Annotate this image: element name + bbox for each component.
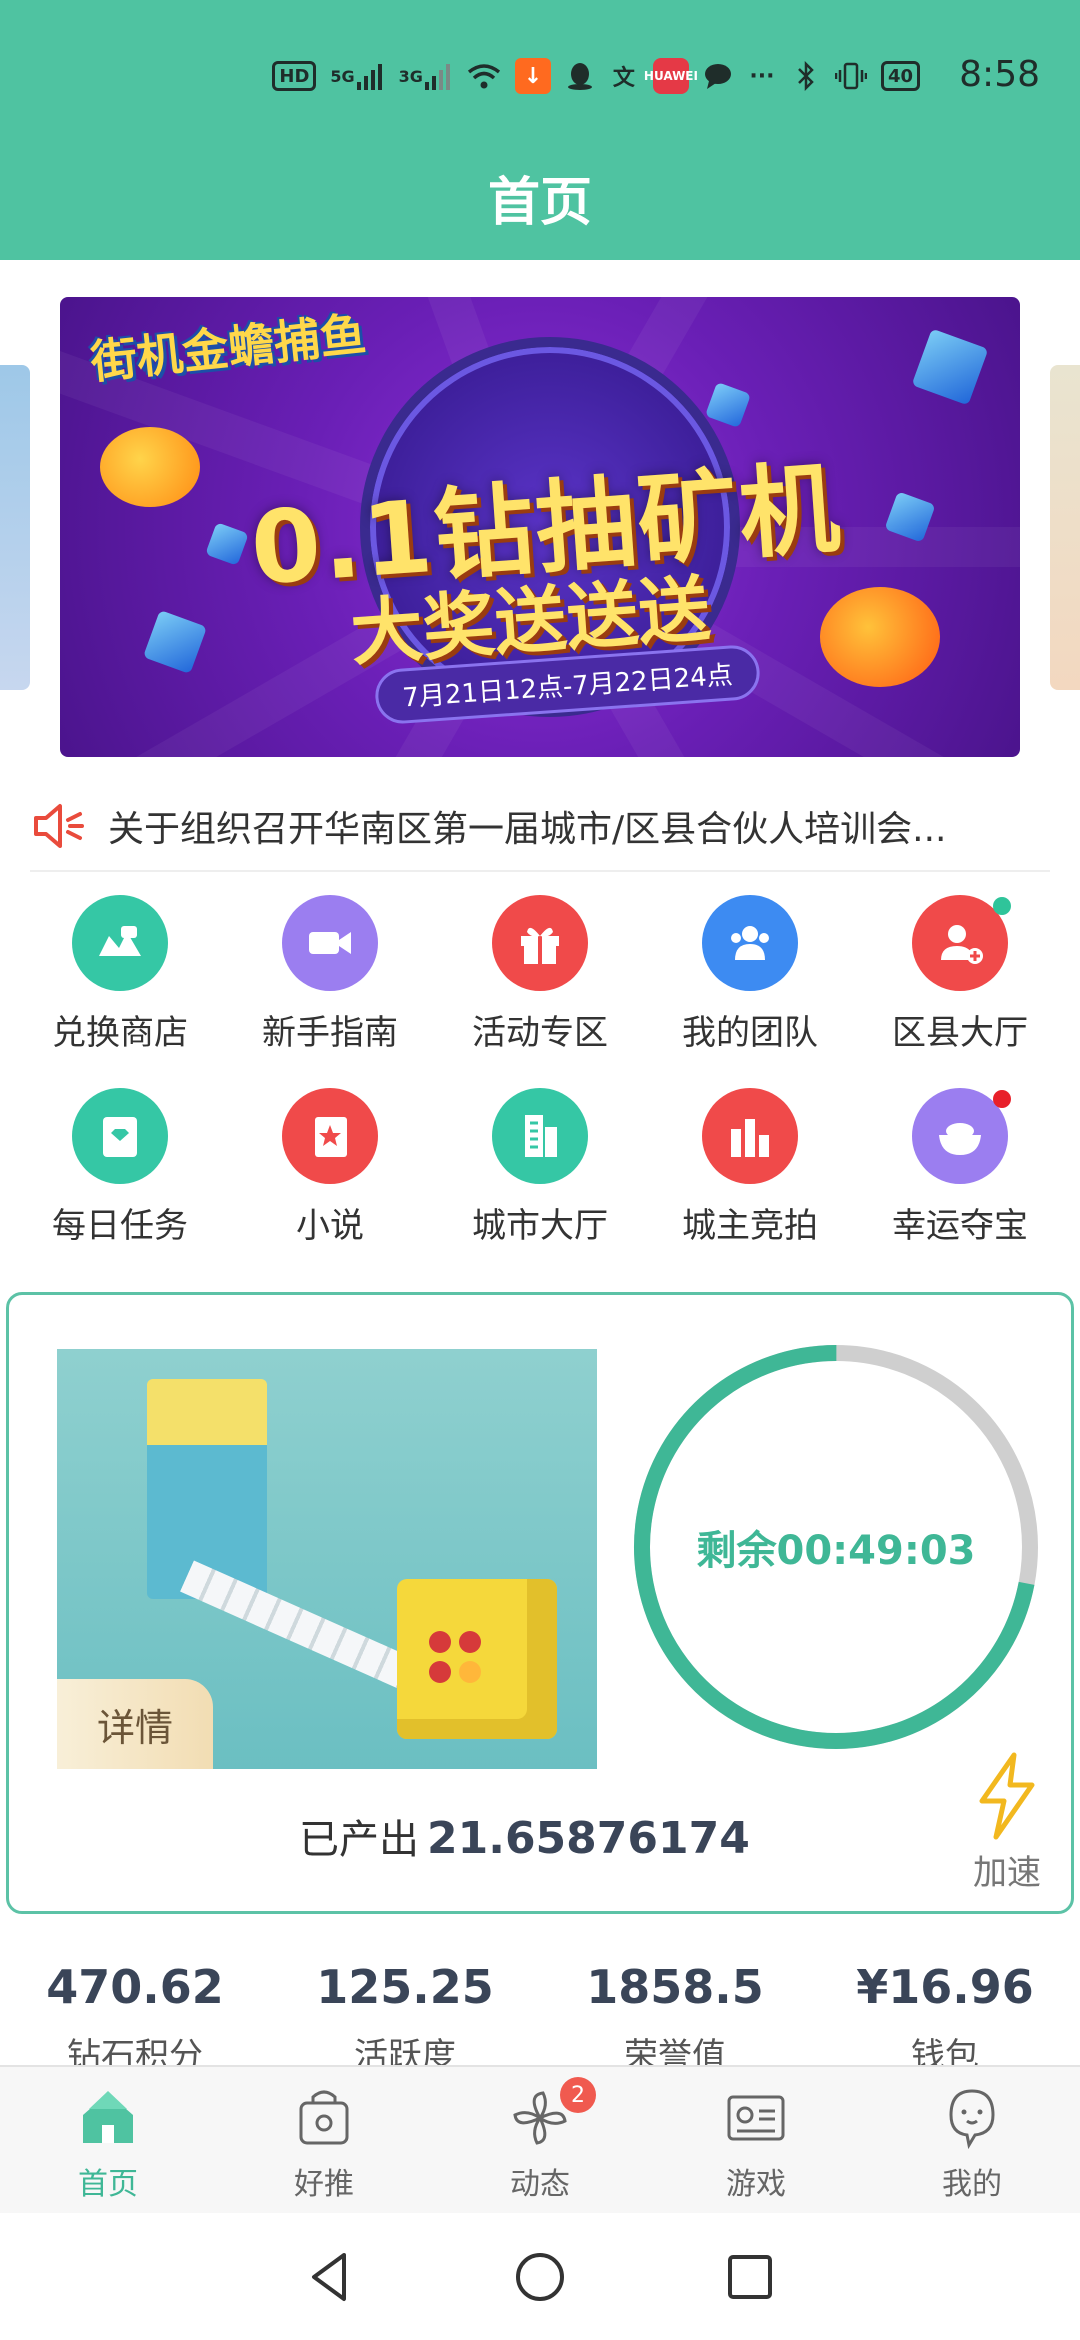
- net2-label: 3G: [398, 66, 423, 86]
- game-card-icon: [727, 2095, 785, 2141]
- produced-value: 21.65876174: [427, 1813, 750, 1864]
- grid-item-3[interactable]: 活动专区: [435, 895, 645, 1054]
- tab-label: 游戏: [726, 2167, 786, 2202]
- grid-label: 城市大厅: [472, 1206, 608, 1246]
- grid-label: 新手指南: [262, 1013, 398, 1053]
- stats-row: 470.62 钻石积分 125.25 活跃度 1858.5 荣誉值 ¥16.96 钱包: [0, 1960, 1080, 2077]
- grid-item-4[interactable]: 我的团队: [645, 895, 855, 1054]
- stat-value: ¥16.96: [856, 1960, 1034, 2014]
- status-bar: HD 5G 3G ↓ 文 HUAWEI ··· 40 8:58: [0, 0, 1080, 150]
- team-icon: [702, 895, 798, 991]
- book-icon: [282, 1088, 378, 1184]
- tab-home[interactable]: 首页: [0, 2067, 216, 2213]
- auction-icon: [702, 1088, 798, 1184]
- grid-label: 城主竞拍: [682, 1206, 818, 1246]
- grid-label: 每日任务: [52, 1206, 188, 1246]
- tab-games[interactable]: 游戏: [648, 2067, 864, 2213]
- details-button[interactable]: 详情: [57, 1679, 213, 1769]
- more-icon: ···: [749, 63, 775, 89]
- notification-dot: [993, 1090, 1011, 1108]
- status-icons: HD 5G 3G ↓ 文 HUAWEI ··· 40: [272, 58, 920, 94]
- notice-bar[interactable]: 关于组织召开华南区第一届城市/区县合伙人培训会...: [30, 782, 1050, 872]
- tab-label: 好推: [294, 2167, 354, 2202]
- grid-item-10[interactable]: 幸运夺宝: [855, 1088, 1065, 1247]
- tab-feed[interactable]: 2 动态: [432, 2067, 648, 2213]
- promo-banner[interactable]: 街机金蟾捕鱼 0.1钻抽矿机 大奖送送送 7月21日12点-7月22日24点: [60, 297, 1020, 757]
- grid-label: 小说: [296, 1206, 364, 1246]
- net1-label: 5G: [330, 66, 355, 86]
- home-circle-icon[interactable]: [510, 2247, 570, 2307]
- tab-recommend[interactable]: 好推: [216, 2067, 432, 2213]
- shop-icon: [72, 895, 168, 991]
- notification-badge: 2: [560, 2077, 596, 2113]
- battery-icon: 40: [880, 61, 920, 91]
- huawei-app-icon: HUAWEI: [644, 58, 698, 94]
- grid-item-5[interactable]: 区县大厅: [855, 895, 1065, 1054]
- bluetooth-icon: [791, 58, 821, 94]
- signal-3g-icon: 3G: [399, 58, 453, 94]
- signal-5g-icon: 5G: [330, 58, 384, 94]
- home-icon: [83, 2091, 133, 2143]
- bag-icon: [299, 2090, 349, 2145]
- grid-label: 幸运夺宝: [892, 1206, 1028, 1246]
- gift-icon: [492, 895, 588, 991]
- stat-value: 1858.5: [586, 1960, 764, 2014]
- task-icon: [72, 1088, 168, 1184]
- notice-text: 关于组织召开华南区第一届城市/区县合伙人培训会...: [108, 809, 947, 850]
- grid-label: 我的团队: [682, 1013, 818, 1053]
- grid-label: 活动专区: [472, 1013, 608, 1053]
- wifi-icon: [467, 58, 501, 94]
- tab-profile[interactable]: 我的: [864, 2067, 1080, 2213]
- download-icon: ↓: [514, 58, 551, 94]
- building-icon: [492, 1088, 588, 1184]
- speed-up-button[interactable]: 加速: [957, 1751, 1057, 1894]
- tab-label: 我的: [942, 2167, 1002, 2202]
- grid-label: 区县大厅: [892, 1013, 1028, 1053]
- produced-amount: 已产出 21.65876174: [299, 1807, 750, 1865]
- fish-icon: [100, 427, 200, 507]
- profile-icon: [949, 2089, 995, 2150]
- page-title: 首页: [487, 173, 592, 233]
- tab-label: 首页: [78, 2167, 138, 2202]
- fish-icon: [820, 587, 940, 687]
- grid-item-8[interactable]: 城市大厅: [435, 1088, 645, 1247]
- stat-value: 125.25: [316, 1960, 494, 2014]
- grid-item-7[interactable]: 小说: [225, 1088, 435, 1247]
- lightning-icon: [979, 1752, 1035, 1840]
- feature-grid: 兑换商店 新手指南 活动专区 我的团队 区县大厅每日任务 小说 城市大厅 城主竞拍 幸运夺宝: [0, 895, 1080, 1247]
- tab-label: 动态: [510, 2167, 570, 2202]
- grid-item-6[interactable]: 每日任务: [15, 1088, 225, 1247]
- stat-item[interactable]: 125.25 活跃度: [270, 1960, 540, 2077]
- notification-dot: [993, 897, 1011, 915]
- stat-item[interactable]: 470.62 钻石积分: [0, 1960, 270, 2077]
- system-nav-bar: [0, 2213, 1080, 2340]
- produced-label: 已产出: [299, 1817, 419, 1863]
- grid-item-9[interactable]: 城主竞拍: [645, 1088, 855, 1247]
- top-bar: HD 5G 3G ↓ 文 HUAWEI ··· 40 8:58 首页: [0, 0, 1080, 260]
- banner-logo: 街机金蟾捕鱼: [88, 306, 369, 390]
- stat-item[interactable]: ¥16.96 钱包: [810, 1960, 1080, 2077]
- back-icon[interactable]: [300, 2247, 360, 2307]
- speed-label: 加速: [973, 1853, 1041, 1893]
- hd-icon: HD: [272, 61, 317, 91]
- speaker-icon: [34, 804, 84, 848]
- chat-icon: [703, 58, 733, 94]
- mining-card: 详情 剩余00:49:03 已产出 21.65876174 加速: [6, 1292, 1074, 1914]
- qq-icon: [565, 58, 595, 94]
- bottom-tab-bar: 首页 好推 2 动态 游戏 我的: [0, 2065, 1080, 2213]
- banner-next-slide[interactable]: [1050, 365, 1080, 690]
- status-time: 8:58: [959, 54, 1040, 95]
- recents-icon[interactable]: [720, 2247, 780, 2307]
- grid-item-2[interactable]: 新手指南: [225, 895, 435, 1054]
- translate-icon: 文: [612, 66, 635, 91]
- grid-label: 兑换商店: [52, 1013, 188, 1053]
- remaining-time: 剩余00:49:03: [696, 1528, 976, 1574]
- stat-item[interactable]: 1858.5 荣誉值: [540, 1960, 810, 2077]
- video-icon: [282, 895, 378, 991]
- stat-value: 470.62: [46, 1960, 224, 2014]
- vibrate-icon: [834, 58, 867, 94]
- banner-prev-slide[interactable]: [0, 365, 30, 690]
- grid-item-1[interactable]: 兑换商店: [15, 895, 225, 1054]
